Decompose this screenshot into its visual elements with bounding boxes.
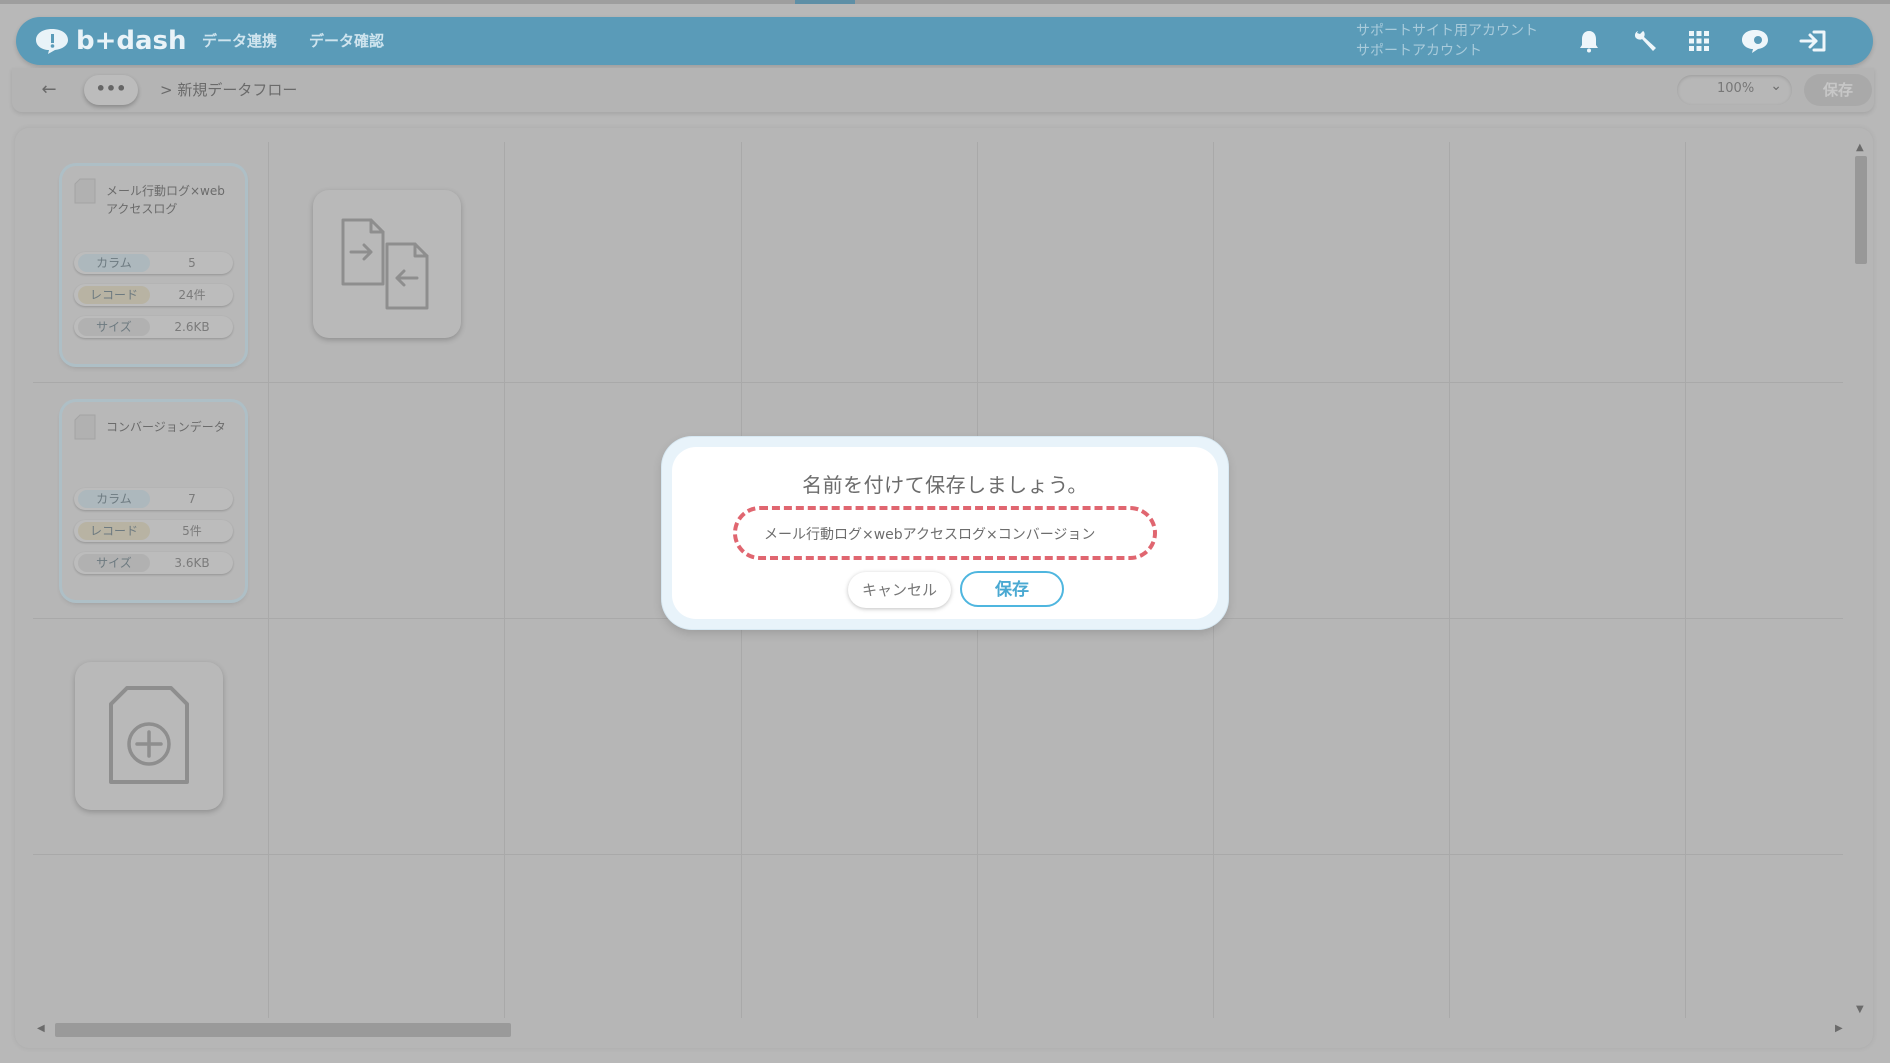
account-info[interactable]: サポートサイト用アカウント サポートアカウント xyxy=(1356,21,1566,61)
stat-label: サイズ xyxy=(78,554,150,572)
horizontal-scroll-thumb[interactable] xyxy=(55,1023,511,1037)
save-button-toolbar[interactable]: 保存 xyxy=(1804,74,1872,106)
top-strip xyxy=(0,0,1890,4)
breadcrumb: > 新規データフロー xyxy=(160,81,298,99)
grid-line xyxy=(33,854,1843,855)
stat-value: 7 xyxy=(188,492,196,506)
logout-icon[interactable] xyxy=(1798,27,1828,55)
vertical-scroll-thumb[interactable] xyxy=(1855,156,1867,264)
stat-value: 3.6KB xyxy=(174,556,210,570)
nav-data-check[interactable]: データ確認 xyxy=(309,31,384,51)
horizontal-scrollbar[interactable]: ◀ ▶ xyxy=(33,1020,1851,1038)
logo-text: b+dash xyxy=(76,26,187,56)
chevron-down-icon: ⌄ xyxy=(1770,78,1782,94)
stat-label: カラム xyxy=(78,254,150,272)
data-card[interactable]: コンバージョンデータ カラム 7 レコード 5件 サイズ 3.6KB xyxy=(62,402,245,600)
stat-row-columns: カラム 5 xyxy=(74,252,233,274)
grid-line xyxy=(33,382,1843,383)
vertical-scrollbar[interactable]: ▲ ▼ xyxy=(1852,142,1868,1018)
zoom-select[interactable]: 100% ⌄ xyxy=(1677,75,1792,105)
stat-label: サイズ xyxy=(78,318,150,336)
stat-row-size: サイズ 3.6KB xyxy=(74,552,233,574)
grid-line xyxy=(1685,142,1686,1018)
stat-label: カラム xyxy=(78,490,150,508)
card-title: コンバージョンデータ xyxy=(106,420,226,434)
stat-label: レコード xyxy=(78,522,150,540)
cancel-button[interactable]: キャンセル xyxy=(848,572,951,608)
stat-value: 2.6KB xyxy=(174,320,210,334)
scroll-right-arrow[interactable]: ▶ xyxy=(1835,1023,1843,1034)
flow-name-input[interactable] xyxy=(740,510,1150,558)
account-line2: サポートアカウント xyxy=(1356,43,1482,59)
merge-tool-card[interactable] xyxy=(313,190,461,338)
grid-line xyxy=(268,142,269,1018)
save-dialog-body: 名前を付けて保存しましょう。 キャンセル 保存 xyxy=(672,447,1218,619)
add-file-icon xyxy=(109,686,189,784)
save-button[interactable]: 保存 xyxy=(960,571,1064,607)
chat-icon[interactable] xyxy=(1740,27,1770,55)
logo[interactable]: b+dash xyxy=(34,25,187,57)
stat-value: 24件 xyxy=(178,288,206,302)
stat-row-records: レコード 5件 xyxy=(74,520,233,542)
save-dialog: 名前を付けて保存しましょう。 キャンセル 保存 xyxy=(662,437,1228,629)
scroll-up-arrow[interactable]: ▲ xyxy=(1856,142,1864,153)
grid-line xyxy=(1449,142,1450,1018)
stat-row-size: サイズ 2.6KB xyxy=(74,316,233,338)
stat-row-columns: カラム 7 xyxy=(74,488,233,510)
wrench-icon[interactable] xyxy=(1630,27,1660,55)
add-data-card[interactable] xyxy=(75,662,223,810)
scroll-left-arrow[interactable]: ◀ xyxy=(37,1023,45,1034)
more-button[interactable]: ••• xyxy=(84,75,138,105)
bell-icon[interactable] xyxy=(1574,27,1604,55)
zoom-value: 100% xyxy=(1717,81,1755,96)
toolbar: ← ••• > 新規データフロー 100% ⌄ 保存 xyxy=(12,68,1874,112)
document-icon xyxy=(74,414,96,440)
grid-line xyxy=(504,142,505,1018)
merge-icon xyxy=(341,218,429,310)
logo-bubble-icon xyxy=(36,29,68,54)
stat-row-records: レコード 24件 xyxy=(74,284,233,306)
top-strip-accent xyxy=(795,0,855,4)
scroll-down-arrow[interactable]: ▼ xyxy=(1856,1004,1864,1015)
data-card[interactable]: メール行動ログ×webアクセスログ カラム 5 レコード 24件 サイズ 2.6… xyxy=(62,166,245,364)
app-header: b+dash データ連携 データ確認 サポートサイト用アカウント サポートアカウ… xyxy=(16,17,1873,65)
document-icon xyxy=(74,178,96,204)
account-line1: サポートサイト用アカウント xyxy=(1356,23,1538,39)
stat-value: 5件 xyxy=(182,524,202,538)
stat-label: レコード xyxy=(78,286,150,304)
dialog-title: 名前を付けて保存しましょう。 xyxy=(802,473,1088,497)
stat-value: 5 xyxy=(188,256,196,270)
nav-data-integration[interactable]: データ連携 xyxy=(202,31,277,51)
card-title: メール行動ログ×webアクセスログ xyxy=(106,184,225,216)
back-button[interactable]: ← xyxy=(37,78,61,102)
grid-icon[interactable] xyxy=(1684,27,1714,55)
